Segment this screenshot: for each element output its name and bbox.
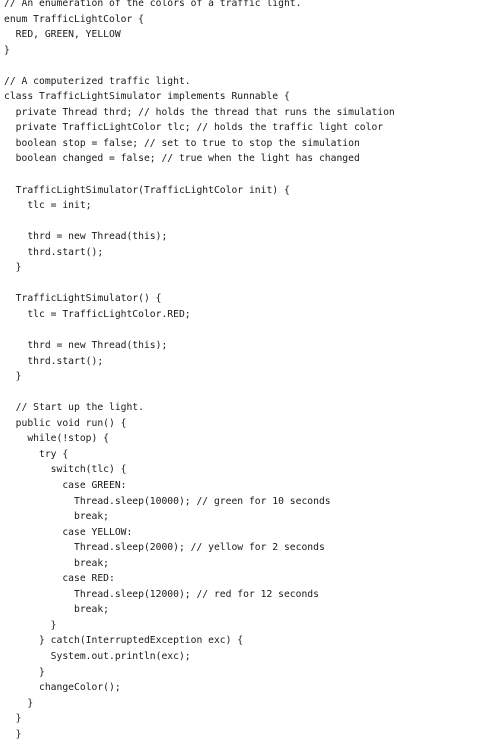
code-line: boolean stop = false; // set to true to … <box>4 137 360 149</box>
code-line: RED, GREEN, YELLOW <box>4 29 121 41</box>
code-line: enum TrafficLightColor { <box>4 13 144 25</box>
code-line: TrafficLightSimulator() { <box>4 293 162 305</box>
code-line: case GREEN: <box>4 479 127 491</box>
code-line: } <box>4 666 45 678</box>
code-line: } <box>4 697 34 709</box>
code-line: switch(tlc) { <box>4 464 127 476</box>
code-line: case RED: <box>4 573 115 585</box>
code-line: // A computerized traffic light. <box>4 75 191 87</box>
code-line: thrd.start(); <box>4 246 104 258</box>
code-line: // Start up the light. <box>4 402 144 414</box>
code-line: } <box>4 44 10 56</box>
code-line: } <box>4 728 22 740</box>
code-line: break; <box>4 557 109 569</box>
code-line: changeColor(); <box>4 682 121 694</box>
code-line: try { <box>4 448 69 460</box>
code-line: private TrafficLightColor tlc; // holds … <box>4 122 384 134</box>
code-line: case YELLOW: <box>4 526 133 538</box>
code-line: TrafficLightSimulator(TrafficLightColor … <box>4 184 290 196</box>
code-line: tlc = init; <box>4 200 92 212</box>
code-line: Thread.sleep(12000); // red for 12 secon… <box>4 588 319 600</box>
code-line: private Thread thrd; // holds the thread… <box>4 106 395 118</box>
code-line: Thread.sleep(10000); // green for 10 sec… <box>4 495 331 507</box>
code-line: } <box>4 619 57 631</box>
code-line: System.out.println(exc); <box>4 650 191 662</box>
code-line: break; <box>4 511 109 523</box>
code-line: while(!stop) { <box>4 433 109 445</box>
code-listing: // An enumeration of the colors of a tra… <box>0 0 487 751</box>
code-lines: // An enumeration of the colors of a tra… <box>4 0 395 742</box>
code-line: } catch(InterruptedException exc) { <box>4 635 244 647</box>
code-line: public void run() { <box>4 417 127 429</box>
code-line: boolean changed = false; // true when th… <box>4 153 360 165</box>
code-line: break; <box>4 604 109 616</box>
code-line: } <box>4 262 22 274</box>
code-line: class TrafficLightSimulator implements R… <box>4 91 290 103</box>
code-line: } <box>4 371 22 383</box>
code-line: // An enumeration of the colors of a tra… <box>4 0 302 9</box>
code-line: } <box>4 713 22 725</box>
code-line: thrd = new Thread(this); <box>4 340 168 352</box>
code-line: tlc = TrafficLightColor.RED; <box>4 308 191 320</box>
code-line: Thread.sleep(2000); // yellow for 2 seco… <box>4 542 325 554</box>
code-line: thrd = new Thread(this); <box>4 231 168 243</box>
code-line: thrd.start(); <box>4 355 104 367</box>
